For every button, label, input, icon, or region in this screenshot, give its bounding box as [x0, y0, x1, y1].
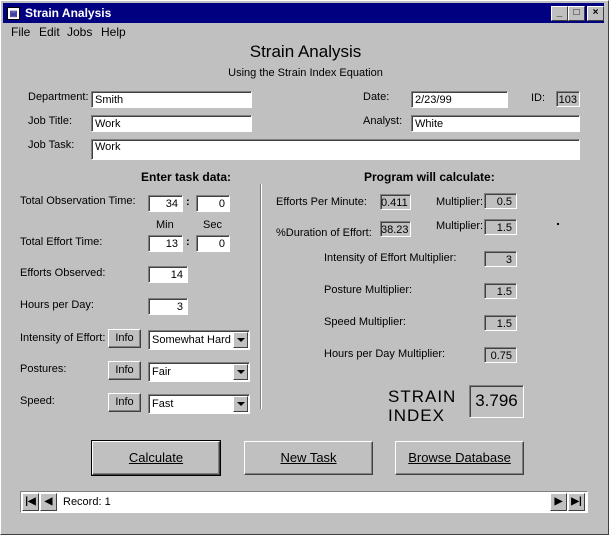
- effort-sec-field[interactable]: 0: [196, 235, 230, 252]
- strain-index-label-line1: STRAIN: [388, 387, 457, 406]
- intensity-dropdown-arrow[interactable]: [233, 332, 248, 348]
- duration-label: %Duration of Effort:: [276, 227, 372, 239]
- efforts-per-minute-value: 0.411: [380, 194, 411, 210]
- job-task-field[interactable]: Work: [91, 139, 580, 160]
- menu-edit[interactable]: Edit: [39, 25, 60, 39]
- hours-multiplier-value: 0.75: [484, 347, 517, 363]
- app-window: ▤ Strain Analysis _ □ × File Edit Jobs H…: [0, 0, 609, 535]
- chevron-down-icon: [237, 370, 245, 374]
- min-label: Min: [156, 219, 174, 231]
- posture-multiplier-value: 1.5: [484, 283, 517, 299]
- department-label: Department:: [28, 91, 89, 103]
- maximize-button[interactable]: □: [568, 6, 585, 21]
- intensity-value: Somewhat Hard: [152, 334, 231, 346]
- analyst-label: Analyst:: [363, 115, 403, 127]
- speed-dropdown-arrow[interactable]: [233, 396, 248, 412]
- title-bar[interactable]: ▤ Strain Analysis _ □ ×: [3, 3, 604, 23]
- duration-multiplier-value: 1.5: [484, 219, 517, 235]
- hours-multiplier-label: Hours per Day Multiplier:: [324, 348, 446, 360]
- duration-value: 38.23: [380, 221, 411, 237]
- efforts-observed-field[interactable]: 14: [148, 266, 188, 283]
- speed-label: Speed:: [20, 395, 55, 407]
- effort-colon: :: [186, 236, 190, 248]
- intensity-select[interactable]: Somewhat Hard: [148, 330, 250, 350]
- browse-database-button[interactable]: Browse Database: [395, 441, 524, 475]
- sec-label: Sec: [203, 219, 222, 231]
- record-label: Record: 1: [63, 496, 111, 508]
- calculate-button[interactable]: Calculate: [91, 440, 221, 476]
- menu-file[interactable]: File: [11, 25, 30, 39]
- record-navigator: |◀ ◀ Record: 1 ▶ ▶|: [20, 491, 588, 513]
- observation-colon: :: [186, 196, 190, 208]
- intensity-info-button[interactable]: Info: [108, 329, 141, 348]
- postures-dropdown-arrow[interactable]: [233, 364, 248, 380]
- last-record-button[interactable]: ▶|: [568, 493, 585, 511]
- speed-info-button[interactable]: Info: [108, 393, 141, 412]
- intensity-multiplier-value: 3: [484, 251, 517, 267]
- next-record-button[interactable]: ▶: [550, 493, 567, 511]
- new-task-label: New Task: [280, 450, 337, 465]
- intensity-label: Intensity of Effort:: [20, 332, 106, 344]
- menu-bar: File Edit Jobs Help: [3, 24, 604, 40]
- speed-select[interactable]: Fast: [148, 394, 250, 414]
- previous-record-button[interactable]: ◀: [40, 493, 57, 511]
- window-title: Strain Analysis: [25, 6, 112, 20]
- calculate-label: Calculate: [128, 450, 184, 465]
- date-label: Date:: [363, 91, 390, 103]
- minimize-button[interactable]: _: [551, 6, 568, 21]
- first-record-button[interactable]: |◀: [22, 493, 39, 511]
- job-title-field[interactable]: Work: [91, 115, 252, 132]
- observation-sec-field[interactable]: 0: [196, 195, 230, 212]
- epm-multiplier-label: Multiplier:: [436, 196, 484, 208]
- posture-multiplier-label: Posture Multiplier:: [324, 284, 413, 296]
- new-task-button[interactable]: New Task: [244, 441, 373, 475]
- effort-min-field[interactable]: 13: [148, 235, 183, 252]
- page-title: Strain Analysis: [249, 42, 362, 61]
- strain-index-label-line2: INDEX: [388, 406, 445, 425]
- intensity-multiplier-label: Intensity of Effort Multiplier:: [324, 252, 457, 264]
- observation-time-label: Total Observation Time:: [20, 195, 136, 207]
- stray-mark: [557, 223, 559, 225]
- calc-heading: Program will calculate:: [364, 170, 495, 184]
- efforts-observed-label: Efforts Observed:: [20, 267, 106, 279]
- section-divider: [260, 184, 261, 409]
- job-title-label: Job Title:: [28, 115, 73, 127]
- analyst-field[interactable]: White: [411, 115, 580, 132]
- browse-database-label: Browse Database: [408, 450, 511, 465]
- menu-help[interactable]: Help: [101, 25, 126, 39]
- strain-index-value: 3.796: [469, 385, 524, 418]
- postures-value: Fair: [152, 366, 171, 378]
- postures-label: Postures:: [20, 363, 67, 375]
- postures-info-button[interactable]: Info: [108, 361, 141, 380]
- hours-per-day-field[interactable]: 3: [148, 298, 188, 315]
- chevron-down-icon: [237, 338, 245, 342]
- chevron-down-icon: [237, 402, 245, 406]
- duration-multiplier-label: Multiplier:: [436, 220, 484, 232]
- id-field: 103: [556, 91, 580, 107]
- observation-min-field[interactable]: 34: [148, 195, 183, 212]
- menu-jobs[interactable]: Jobs: [67, 25, 92, 39]
- postures-select[interactable]: Fair: [148, 362, 250, 382]
- date-field[interactable]: 2/23/99: [411, 91, 508, 108]
- epm-multiplier-value: 0.5: [484, 193, 517, 209]
- speed-multiplier-value: 1.5: [484, 315, 517, 331]
- id-label: ID:: [531, 92, 546, 104]
- efforts-per-minute-label: Efforts Per Minute:: [276, 196, 367, 208]
- effort-time-label: Total Effort Time:: [20, 236, 103, 248]
- department-field[interactable]: Smith: [91, 91, 252, 108]
- speed-multiplier-label: Speed Multiplier:: [324, 316, 406, 328]
- task-heading: Enter task data:: [141, 170, 232, 184]
- app-icon[interactable]: ▤: [7, 7, 20, 20]
- speed-value: Fast: [152, 398, 174, 410]
- page-subtitle: Using the Strain Index Equation: [228, 67, 383, 79]
- job-task-label: Job Task:: [28, 139, 75, 151]
- hours-per-day-label: Hours per Day:: [20, 299, 94, 311]
- close-button[interactable]: ×: [587, 6, 604, 21]
